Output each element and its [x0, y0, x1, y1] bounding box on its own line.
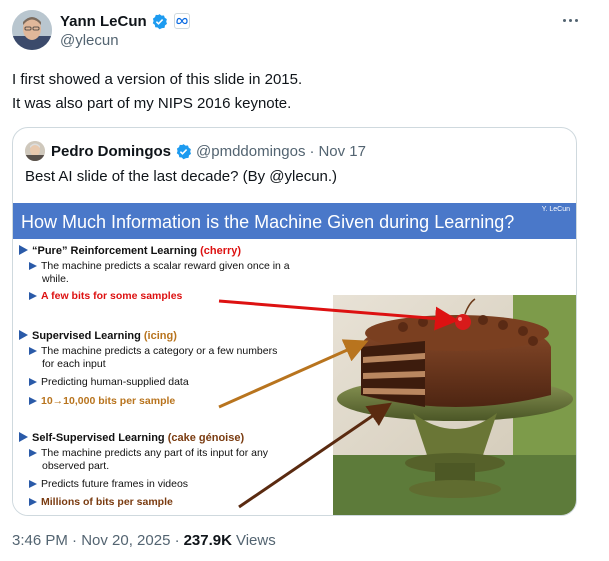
tweet-text-line-2: It was also part of my NIPS 2016 keynote…	[12, 95, 292, 112]
cherry-tag: (cherry)	[200, 245, 242, 257]
slide-ssl-desc: The machine predicts any part of its inp…	[29, 447, 268, 459]
slide-ssl-desc-2: observed part.	[42, 460, 110, 472]
author-handle[interactable]: @ylecun	[60, 32, 119, 49]
slide-title: How Much Information is the Machine Give…	[21, 212, 515, 232]
slide-sl-heading: Supervised Learning (icing)	[19, 330, 177, 342]
bullet-triangle-icon	[29, 262, 37, 270]
author-avatar[interactable]	[12, 10, 52, 50]
slide-sl-desc-2: for each input	[42, 358, 106, 370]
slide-rl-bits: A few bits for some samples	[29, 290, 182, 302]
bullet-triangle-icon	[29, 397, 37, 405]
bullet-triangle-icon	[29, 378, 37, 386]
slide-rl-heading: “Pure” Reinforcement Learning (cherry)	[19, 245, 241, 257]
tweet-text-line-1: I first showed a version of this slide i…	[12, 71, 303, 88]
views-label: Views	[235, 532, 276, 549]
tweet: Yann LeCun @ylecun I first showed a vers…	[0, 0, 609, 561]
tweet-footer: 3:46 PM · Nov 20, 2025 · 237.9K Views	[12, 532, 276, 549]
bullet-triangle-icon	[29, 480, 37, 488]
tweet-text: I first showed a version of this slide i…	[12, 68, 302, 116]
quoted-text: Best AI slide of the last decade? (By @y…	[25, 168, 338, 185]
slide-sl-bits: 10→10,000 bits per sample	[29, 395, 175, 407]
bullet-triangle-icon	[19, 432, 28, 442]
quoted-author-name: Pedro Domingos	[51, 142, 172, 160]
slide-sl-desc-3: Predicting human-supplied data	[29, 376, 189, 388]
meta-affiliation-icon[interactable]	[173, 13, 190, 29]
bullet-triangle-icon	[29, 292, 37, 300]
quoted-date: Nov 17	[318, 142, 366, 160]
author-name-row: Yann LeCun	[60, 12, 190, 30]
tweet-timestamp[interactable]: 3:46 PM · Nov 20, 2025 ·	[12, 532, 180, 549]
more-icon[interactable]	[558, 10, 582, 30]
slide-image[interactable]: How Much Information is the Machine Give…	[13, 203, 576, 515]
bullet-triangle-icon	[19, 330, 28, 340]
slide-title-bar: How Much Information is the Machine Give…	[13, 203, 576, 239]
slide-credit: Y. LeCun	[541, 206, 570, 213]
quoted-author-avatar	[25, 141, 45, 161]
quoted-tweet[interactable]: Pedro Domingos @pmddomingos · Nov 17 Bes…	[12, 127, 577, 516]
slide-rl-desc-2: while.	[42, 273, 69, 285]
bullet-triangle-icon	[29, 498, 37, 506]
bullet-triangle-icon	[29, 449, 37, 457]
slide-rl-desc: The machine predicts a scalar reward giv…	[29, 260, 290, 272]
views-count: 237.9K	[183, 532, 232, 549]
slide-ssl-bits: Millions of bits per sample	[29, 496, 173, 508]
quoted-header: Pedro Domingos @pmddomingos · Nov 17	[51, 142, 366, 160]
separator-dot: ·	[309, 142, 315, 160]
cake-photo	[333, 295, 576, 515]
icing-tag: (icing)	[143, 330, 177, 342]
verified-badge-icon	[176, 143, 192, 159]
author-name[interactable]: Yann LeCun	[60, 13, 147, 30]
quoted-author-handle: @pmddomingos	[196, 142, 306, 160]
verified-badge-icon	[152, 13, 167, 29]
slide-sl-desc: The machine predicts a category or a few…	[29, 345, 277, 357]
genoise-tag: (cake génoise)	[167, 432, 245, 444]
bullet-triangle-icon	[29, 347, 37, 355]
slide-ssl-heading: Self-Supervised Learning (cake génoise)	[19, 432, 244, 444]
slide-ssl-desc-3: Predicts future frames in videos	[29, 478, 188, 490]
bullet-triangle-icon	[19, 245, 28, 255]
